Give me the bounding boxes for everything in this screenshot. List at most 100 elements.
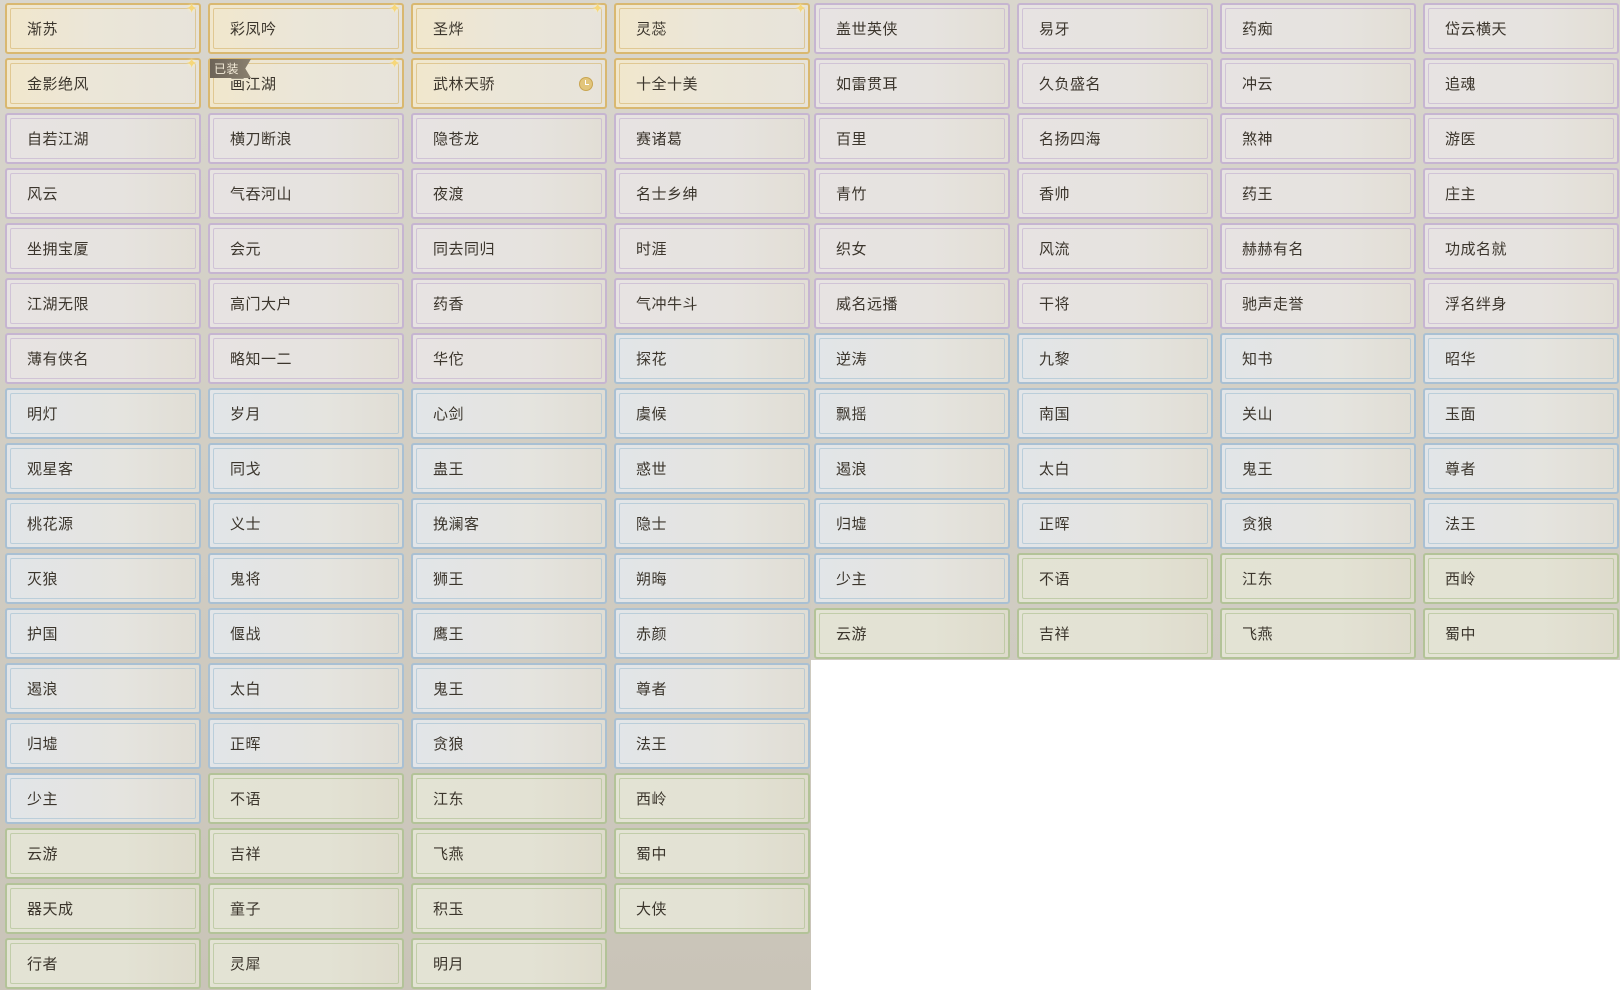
title-tile[interactable]: 玉面 xyxy=(1423,388,1619,439)
title-tile[interactable]: 飞燕 xyxy=(1220,608,1416,659)
title-tile[interactable]: 略知一二 xyxy=(208,333,404,384)
title-tile[interactable]: 风云 xyxy=(5,168,201,219)
title-tile[interactable]: 易牙 xyxy=(1017,3,1213,54)
title-tile[interactable]: 名扬四海 xyxy=(1017,113,1213,164)
title-tile[interactable]: 观星客 xyxy=(5,443,201,494)
title-tile[interactable]: 追魂 xyxy=(1423,58,1619,109)
title-tile[interactable]: 狮王 xyxy=(411,553,607,604)
title-tile[interactable]: 关山 xyxy=(1220,388,1416,439)
title-tile[interactable]: 蛊王 xyxy=(411,443,607,494)
title-tile[interactable]: 同戈 xyxy=(208,443,404,494)
title-tile[interactable]: 法王 xyxy=(1423,498,1619,549)
title-tile[interactable]: 云游 xyxy=(5,828,201,879)
title-tile[interactable]: 香帅 xyxy=(1017,168,1213,219)
title-tile[interactable]: 少主 xyxy=(814,553,1010,604)
title-tile[interactable]: 蜀中 xyxy=(1423,608,1619,659)
title-tile[interactable]: 鹰王 xyxy=(411,608,607,659)
title-tile[interactable]: 归墟 xyxy=(5,718,201,769)
title-tile[interactable]: 浮名绊身 xyxy=(1423,278,1619,329)
title-tile[interactable]: 行者 xyxy=(5,938,201,989)
title-tile[interactable]: 正晖 xyxy=(1017,498,1213,549)
title-tile[interactable]: 明月 xyxy=(411,938,607,989)
title-tile[interactable]: 驰声走誉 xyxy=(1220,278,1416,329)
title-tile[interactable]: 不语 xyxy=(1017,553,1213,604)
title-tile[interactable]: 尊者 xyxy=(614,663,810,714)
title-tile[interactable]: 干将 xyxy=(1017,278,1213,329)
title-tile[interactable]: 探花 xyxy=(614,333,810,384)
title-tile[interactable]: 药痴 xyxy=(1220,3,1416,54)
title-tile[interactable]: 西岭 xyxy=(614,773,810,824)
title-tile[interactable]: 织女 xyxy=(814,223,1010,274)
title-tile[interactable]: 江湖无限 xyxy=(5,278,201,329)
title-tile[interactable]: 赫赫有名 xyxy=(1220,223,1416,274)
title-tile[interactable]: 偃战 xyxy=(208,608,404,659)
title-tile[interactable]: 如雷贯耳 xyxy=(814,58,1010,109)
title-tile[interactable]: 高门大户 xyxy=(208,278,404,329)
title-tile[interactable]: 风流 xyxy=(1017,223,1213,274)
title-tile[interactable]: 威名远播 xyxy=(814,278,1010,329)
title-tile[interactable]: 煞神 xyxy=(1220,113,1416,164)
title-tile[interactable]: 吉祥 xyxy=(1017,608,1213,659)
title-tile[interactable]: 灵蕊 ✦ xyxy=(614,2,810,54)
title-tile[interactable]: 西岭 xyxy=(1423,553,1619,604)
title-tile[interactable]: 飞燕 xyxy=(411,828,607,879)
title-tile[interactable]: 贪狼 xyxy=(411,718,607,769)
title-tile[interactable]: 蜀中 xyxy=(614,828,810,879)
title-tile[interactable]: 知书 xyxy=(1220,333,1416,384)
title-tile[interactable]: 画江湖 ✦ 已装 xyxy=(208,57,404,109)
title-tile[interactable]: 名士乡绅 xyxy=(614,168,810,219)
title-tile[interactable]: 横刀断浪 xyxy=(208,113,404,164)
title-tile[interactable]: 武林天骄 xyxy=(411,58,607,109)
title-tile[interactable]: 渐苏 ✦ xyxy=(5,2,201,54)
title-tile[interactable]: 岁月 xyxy=(208,388,404,439)
title-tile[interactable]: 贪狼 xyxy=(1220,498,1416,549)
title-tile[interactable]: 积玉 xyxy=(411,883,607,934)
title-tile[interactable]: 虞候 xyxy=(614,388,810,439)
title-tile[interactable]: 义士 xyxy=(208,498,404,549)
title-tile[interactable]: 桃花源 xyxy=(5,498,201,549)
title-tile[interactable]: 吉祥 xyxy=(208,828,404,879)
title-tile[interactable]: 惑世 xyxy=(614,443,810,494)
title-tile[interactable]: 久负盛名 xyxy=(1017,58,1213,109)
title-tile[interactable]: 隐苍龙 xyxy=(411,113,607,164)
title-tile[interactable]: 会元 xyxy=(208,223,404,274)
title-tile[interactable]: 圣烨 ✦ xyxy=(411,2,607,54)
title-tile[interactable]: 太白 xyxy=(208,663,404,714)
title-tile[interactable]: 庄主 xyxy=(1423,168,1619,219)
title-tile[interactable]: 气吞河山 xyxy=(208,168,404,219)
title-tile[interactable]: 时涯 xyxy=(614,223,810,274)
title-tile[interactable]: 归墟 xyxy=(814,498,1010,549)
title-tile[interactable]: 百里 xyxy=(814,113,1010,164)
title-tile[interactable]: 赤颜 xyxy=(614,608,810,659)
title-tile[interactable]: 隐士 xyxy=(614,498,810,549)
title-tile[interactable]: 器天成 xyxy=(5,883,201,934)
title-tile[interactable]: 童子 xyxy=(208,883,404,934)
title-tile[interactable]: 昭华 xyxy=(1423,333,1619,384)
title-tile[interactable]: 护国 xyxy=(5,608,201,659)
title-tile[interactable]: 尊者 xyxy=(1423,443,1619,494)
title-tile[interactable]: 江东 xyxy=(1220,553,1416,604)
title-tile[interactable]: 药香 xyxy=(411,278,607,329)
title-tile[interactable]: 鬼王 xyxy=(411,663,607,714)
title-tile[interactable]: 遏浪 xyxy=(5,663,201,714)
title-tile[interactable]: 九黎 xyxy=(1017,333,1213,384)
title-tile[interactable]: 坐拥宝厦 xyxy=(5,223,201,274)
title-tile[interactable]: 药王 xyxy=(1220,168,1416,219)
title-tile[interactable]: 岱云横天 xyxy=(1423,3,1619,54)
title-tile[interactable]: 赛诸葛 xyxy=(614,113,810,164)
title-tile[interactable]: 金影绝风 ✦ xyxy=(5,57,201,109)
title-tile[interactable]: 气冲牛斗 xyxy=(614,278,810,329)
title-tile[interactable]: 明灯 xyxy=(5,388,201,439)
title-tile[interactable]: 冲云 xyxy=(1220,58,1416,109)
title-tile[interactable]: 朔晦 xyxy=(614,553,810,604)
title-tile[interactable]: 游医 xyxy=(1423,113,1619,164)
title-tile[interactable]: 灭狼 xyxy=(5,553,201,604)
title-tile[interactable]: 彩凤吟 ✦ xyxy=(208,2,404,54)
title-tile[interactable]: 大侠 xyxy=(614,883,810,934)
title-tile[interactable]: 华佗 xyxy=(411,333,607,384)
title-tile[interactable]: 功成名就 xyxy=(1423,223,1619,274)
title-tile[interactable]: 薄有侠名 xyxy=(5,333,201,384)
title-tile[interactable]: 南国 xyxy=(1017,388,1213,439)
title-tile[interactable]: 同去同归 xyxy=(411,223,607,274)
title-tile[interactable]: 少主 xyxy=(5,773,201,824)
